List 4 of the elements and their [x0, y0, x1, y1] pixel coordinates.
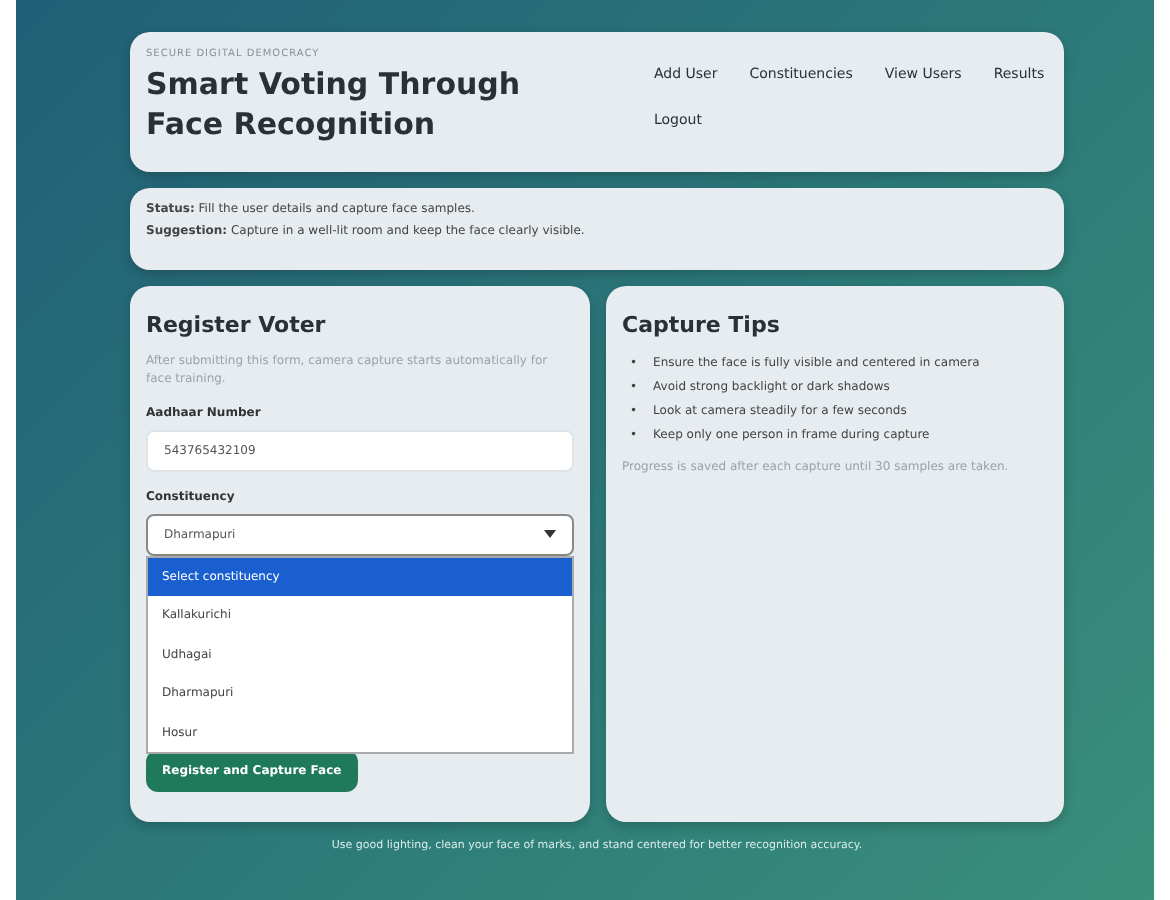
card-title: Register Voter [146, 310, 328, 342]
app-title: Smart Voting Through Face Recognition [146, 63, 523, 144]
caret-icon [544, 530, 556, 538]
card-title: Capture Tips [622, 310, 782, 342]
